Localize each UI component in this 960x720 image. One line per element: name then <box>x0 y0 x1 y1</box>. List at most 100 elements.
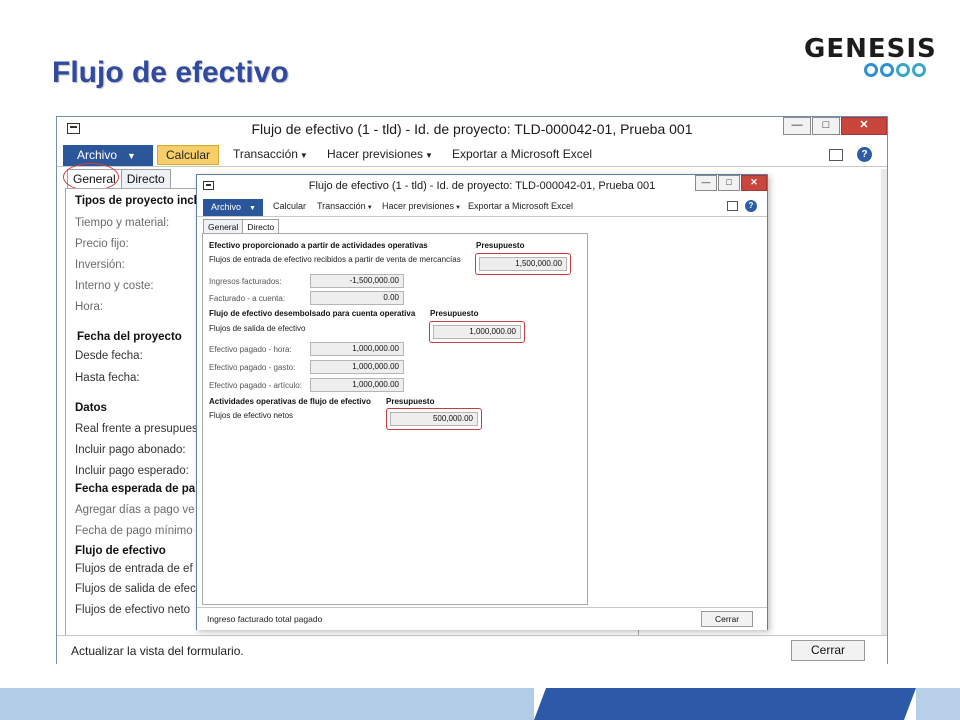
real-frente-label: Real frente a presupues <box>75 423 198 435</box>
dialog-archivo-label: Archivo <box>211 202 242 212</box>
net-flow-highlight <box>386 408 482 430</box>
fecha-proyecto-heading: Fecha del proyecto <box>77 331 182 343</box>
flujos-entrada-label: Flujos de entrada de ef <box>75 563 193 575</box>
slide: Flujo de efectivo GENESIS Flujo de efect… <box>0 0 960 720</box>
dialog-tab-general[interactable]: General <box>203 219 244 233</box>
ingresos-facturados-label: Ingresos facturados: <box>209 277 282 286</box>
chevron-down-icon: ▼ <box>425 151 433 160</box>
genesis-logo: GENESIS <box>804 34 937 80</box>
tab-directo[interactable]: Directo <box>120 169 171 188</box>
maximize-button[interactable]: □ <box>812 117 840 135</box>
pagado-gasto-value[interactable]: 1,000,000.00 <box>310 360 404 374</box>
slide-title: Flujo de efectivo <box>52 56 289 89</box>
pagado-hora-label: Efectivo pagado - hora: <box>209 345 292 354</box>
hacer-previsiones-menu[interactable]: Hacer previsiones ▼ <box>327 147 433 161</box>
help-icon[interactable]: ? <box>857 147 872 162</box>
dialog-minimize-button[interactable]: — <box>695 175 717 191</box>
agregar-dias-label: Agregar días a pago ve <box>75 504 195 516</box>
vertical-scrollbar[interactable] <box>881 169 887 635</box>
logo-text: GENESIS <box>804 34 937 64</box>
ingresos-facturados-value[interactable]: -1,500,000.00 <box>310 274 404 288</box>
incluir-esperado-label: Incluir pago esperado: <box>75 465 189 477</box>
main-close-button[interactable]: Cerrar <box>791 640 865 661</box>
dialog-statusbar: Ingreso facturado total pagado Cerrar <box>197 607 767 630</box>
main-titlebar[interactable]: Flujo de efectivo (1 - tld) - Id. de pro… <box>57 117 887 141</box>
transaccion-menu[interactable]: Transacción ▼ <box>233 147 308 161</box>
dialog-layout-icon[interactable] <box>727 201 738 211</box>
pagado-articulo-value[interactable]: 1,000,000.00 <box>310 378 404 392</box>
hora-label: Hora: <box>75 301 104 313</box>
close-window-button[interactable]: ✕ <box>841 117 887 135</box>
calcular-button[interactable]: Calcular <box>157 145 220 165</box>
main-statusbar: Actualizar la vista del formulario. Cerr… <box>57 635 887 664</box>
dialog-title: Flujo de efectivo (1 - tld) - Id. de pro… <box>308 180 656 192</box>
dialog-menubar: Archivo ▼ Calcular Transacción▼ Hacer pre… <box>197 197 767 217</box>
dialog-transaccion-label: Transacción <box>317 201 366 211</box>
footer-band-dark <box>534 688 916 720</box>
dialog-archivo-menu[interactable]: Archivo ▼ <box>203 199 263 216</box>
dialog-close-window-button[interactable]: ✕ <box>741 175 767 191</box>
layout-icon[interactable] <box>829 149 843 161</box>
section-net-title: Actividades operativas de flujo de efect… <box>209 397 371 406</box>
facturado-cuenta-value[interactable]: 0.00 <box>310 291 404 305</box>
chevron-down-icon: ▼ <box>127 151 136 161</box>
section-operating-title: Efectivo proporcionado a partir de activ… <box>209 241 428 250</box>
dialog-titlebar[interactable]: Flujo de efectivo (1 - tld) - Id. de pro… <box>197 175 767 197</box>
dialog-maximize-button[interactable]: □ <box>718 175 740 191</box>
inflow-highlight <box>475 253 571 275</box>
inflow-label: Flujos de entrada de efectivo recibidos … <box>209 255 461 264</box>
dialog-transaccion-menu[interactable]: Transacción▼ <box>317 201 373 211</box>
general-tab-highlight <box>63 163 119 191</box>
fecha-esperada-heading: Fecha esperada de pa <box>75 483 196 495</box>
interno-coste-label: Interno y coste: <box>75 280 154 292</box>
transaccion-label: Transacción <box>233 147 298 161</box>
inversion-label: Inversión: <box>75 259 125 271</box>
dialog-tab-directo[interactable]: Directo <box>242 219 280 233</box>
facturado-cuenta-label: Facturado - a cuenta: <box>209 294 286 303</box>
tipos-proyecto-heading: Tipos de proyecto incl <box>75 195 197 207</box>
flujos-netos-label: Flujos de efectivo neto <box>75 604 191 616</box>
outflow-highlight <box>429 321 525 343</box>
exportar-excel-button[interactable]: Exportar a Microsoft Excel <box>452 147 592 161</box>
directo-panel: Efectivo proporcionado a partir de activ… <box>202 233 588 605</box>
flujos-salida-label: Flujos de salida de efec <box>75 583 196 595</box>
archivo-label: Archivo <box>77 148 118 162</box>
net-flow-label: Flujos de efectivo netos <box>209 411 294 420</box>
dialog-calcular-button[interactable]: Calcular <box>273 201 306 211</box>
dialog-hacer-previsiones-label: Hacer previsiones <box>382 201 455 211</box>
tiempo-material-label: Tiempo y material: <box>75 217 170 229</box>
flujo-efectivo-heading: Flujo de efectivo <box>75 545 166 557</box>
dialog-exportar-excel-button[interactable]: Exportar a Microsoft Excel <box>468 201 573 211</box>
archivo-menu[interactable]: Archivo ▼ <box>63 145 153 166</box>
dialog-tabs: General Directo <box>203 219 280 233</box>
dialog-status-text: Ingreso facturado total pagado <box>207 614 323 624</box>
pagado-hora-value[interactable]: 1,000,000.00 <box>310 342 404 356</box>
section-disbursed-title: Flujo de efectivo desembolsado para cuen… <box>209 309 416 318</box>
directo-dialog: Flujo de efectivo (1 - tld) - Id. de pro… <box>196 174 768 630</box>
outflow-label: Flujos de salida de efectivo <box>209 324 306 333</box>
hacer-previsiones-label: Hacer previsiones <box>327 147 424 161</box>
main-menubar: Archivo ▼ Calcular Transacción ▼ Hacer pre… <box>57 143 887 167</box>
pagado-articulo-label: Efectivo pagado - artículo: <box>209 381 302 390</box>
section-operating-budget-label: Presupuesto <box>476 241 525 250</box>
datos-heading: Datos <box>75 402 107 414</box>
section-net-budget-label: Presupuesto <box>386 397 435 406</box>
incluir-abonado-label: Incluir pago abonado: <box>75 444 186 456</box>
desde-fecha-label: Desde fecha: <box>75 350 143 362</box>
footer-band-right <box>916 688 960 720</box>
fecha-pago-minimo-label: Fecha de pago mínimo <box>75 525 193 537</box>
main-status-text: Actualizar la vista del formulario. <box>71 644 244 658</box>
logo-rings-icon <box>864 63 928 77</box>
main-window-title: Flujo de efectivo (1 - tld) - Id. de pro… <box>251 121 693 137</box>
chevron-down-icon: ▼ <box>299 151 308 160</box>
dialog-help-icon[interactable]: ? <box>745 200 757 212</box>
chevron-down-icon: ▼ <box>366 205 373 211</box>
hasta-fecha-label: Hasta fecha: <box>75 372 140 384</box>
chevron-down-icon: ▼ <box>249 205 256 212</box>
precio-fijo-label: Precio fijo: <box>75 238 129 250</box>
footer-band-light <box>0 688 534 720</box>
dialog-close-button[interactable]: Cerrar <box>701 611 753 627</box>
dialog-hacer-previsiones-menu[interactable]: Hacer previsiones▼ <box>382 201 461 211</box>
minimize-button[interactable]: — <box>783 117 811 135</box>
section-disbursed-budget-label: Presupuesto <box>430 309 479 318</box>
